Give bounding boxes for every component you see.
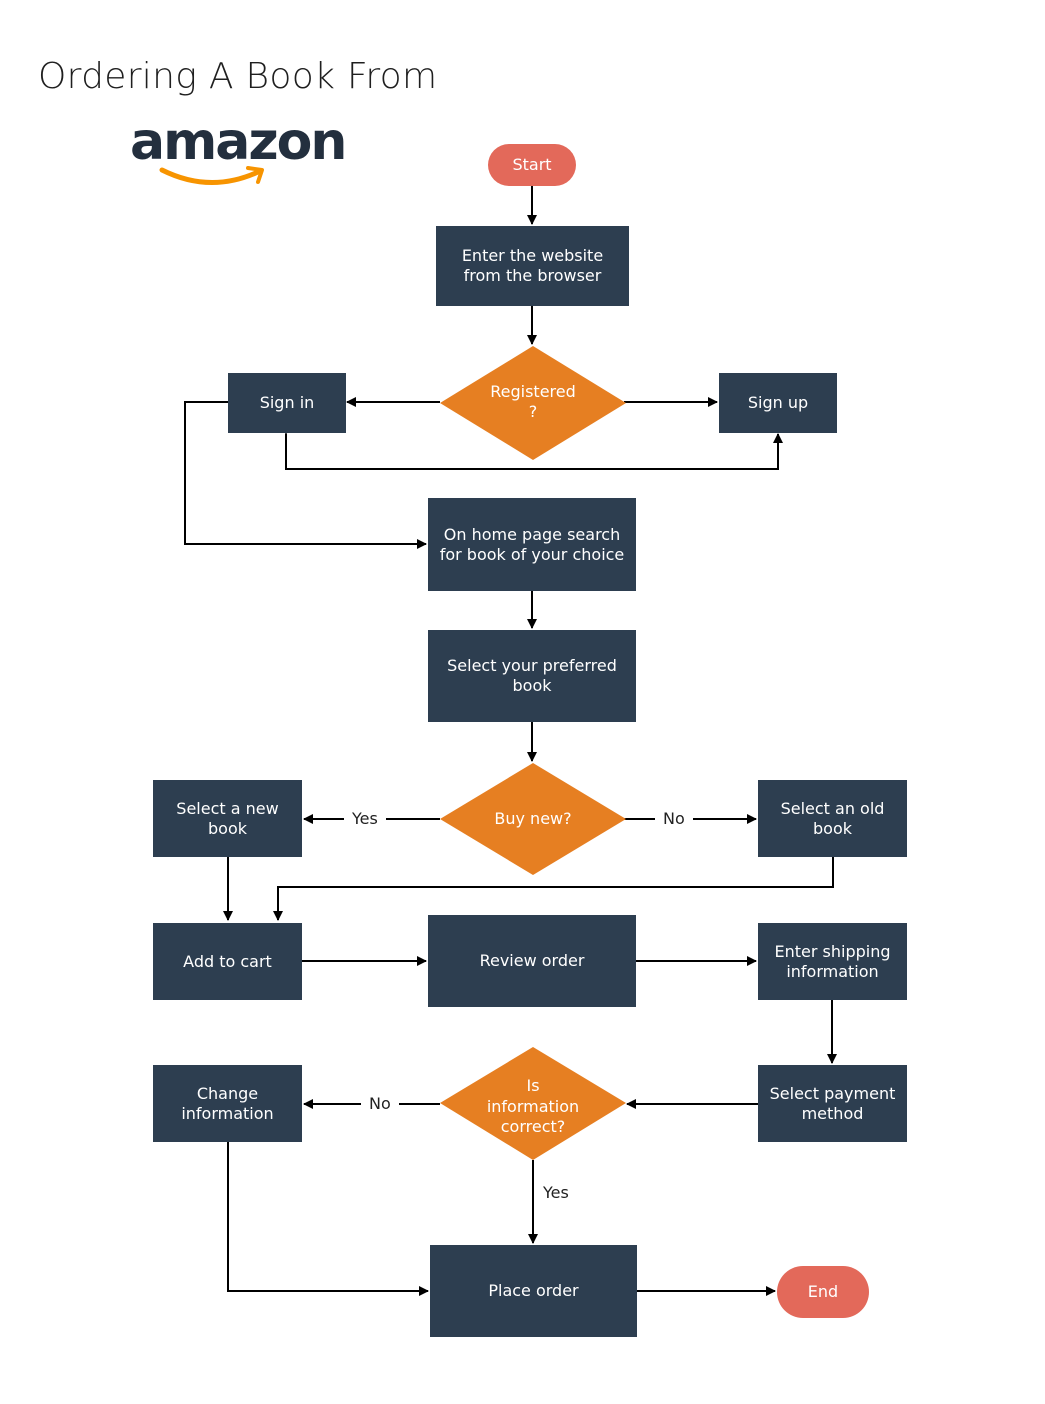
- buy-new-decision[interactable]: Buy new?: [440, 763, 626, 875]
- edge-label-info-yes: Yes: [539, 1183, 573, 1203]
- buy-new-label: Buy new?: [494, 809, 572, 828]
- edge-label-no: No: [655, 809, 693, 829]
- select-book-node[interactable]: Select your preferred book: [428, 630, 636, 722]
- select-old-book-node[interactable]: Select an old book: [758, 780, 907, 857]
- start-node[interactable]: Start: [488, 144, 576, 186]
- registered-line-2: ?: [528, 402, 538, 421]
- info-correct-line-1: Is: [526, 1076, 540, 1095]
- payment-node[interactable]: Select payment method: [758, 1065, 907, 1142]
- shipping-node[interactable]: Enter shipping information: [758, 923, 907, 1000]
- place-order-node[interactable]: Place order: [430, 1245, 637, 1337]
- info-correct-line-3: correct?: [500, 1117, 566, 1136]
- sign-up-node[interactable]: Sign up: [719, 373, 837, 433]
- registered-decision[interactable]: Registered ?: [440, 346, 626, 460]
- edge-label-info-no: No: [361, 1094, 399, 1114]
- review-order-node[interactable]: Review order: [428, 915, 636, 1007]
- sign-in-node[interactable]: Sign in: [228, 373, 346, 433]
- end-node[interactable]: End: [777, 1266, 869, 1318]
- registered-line-1: Registered: [490, 382, 576, 401]
- change-info-node[interactable]: Change information: [153, 1065, 302, 1142]
- select-new-book-node[interactable]: Select a new book: [153, 780, 302, 857]
- enter-website-node[interactable]: Enter the website from the browser: [436, 226, 629, 306]
- search-node[interactable]: On home page search for book of your cho…: [428, 498, 636, 591]
- edge-label-yes: Yes: [344, 809, 386, 829]
- edge-change-to-place: [227, 1142, 429, 1296]
- info-correct-line-2: information: [486, 1097, 580, 1116]
- add-to-cart-node[interactable]: Add to cart: [153, 923, 302, 1000]
- info-correct-decision[interactable]: Is information correct?: [440, 1047, 626, 1160]
